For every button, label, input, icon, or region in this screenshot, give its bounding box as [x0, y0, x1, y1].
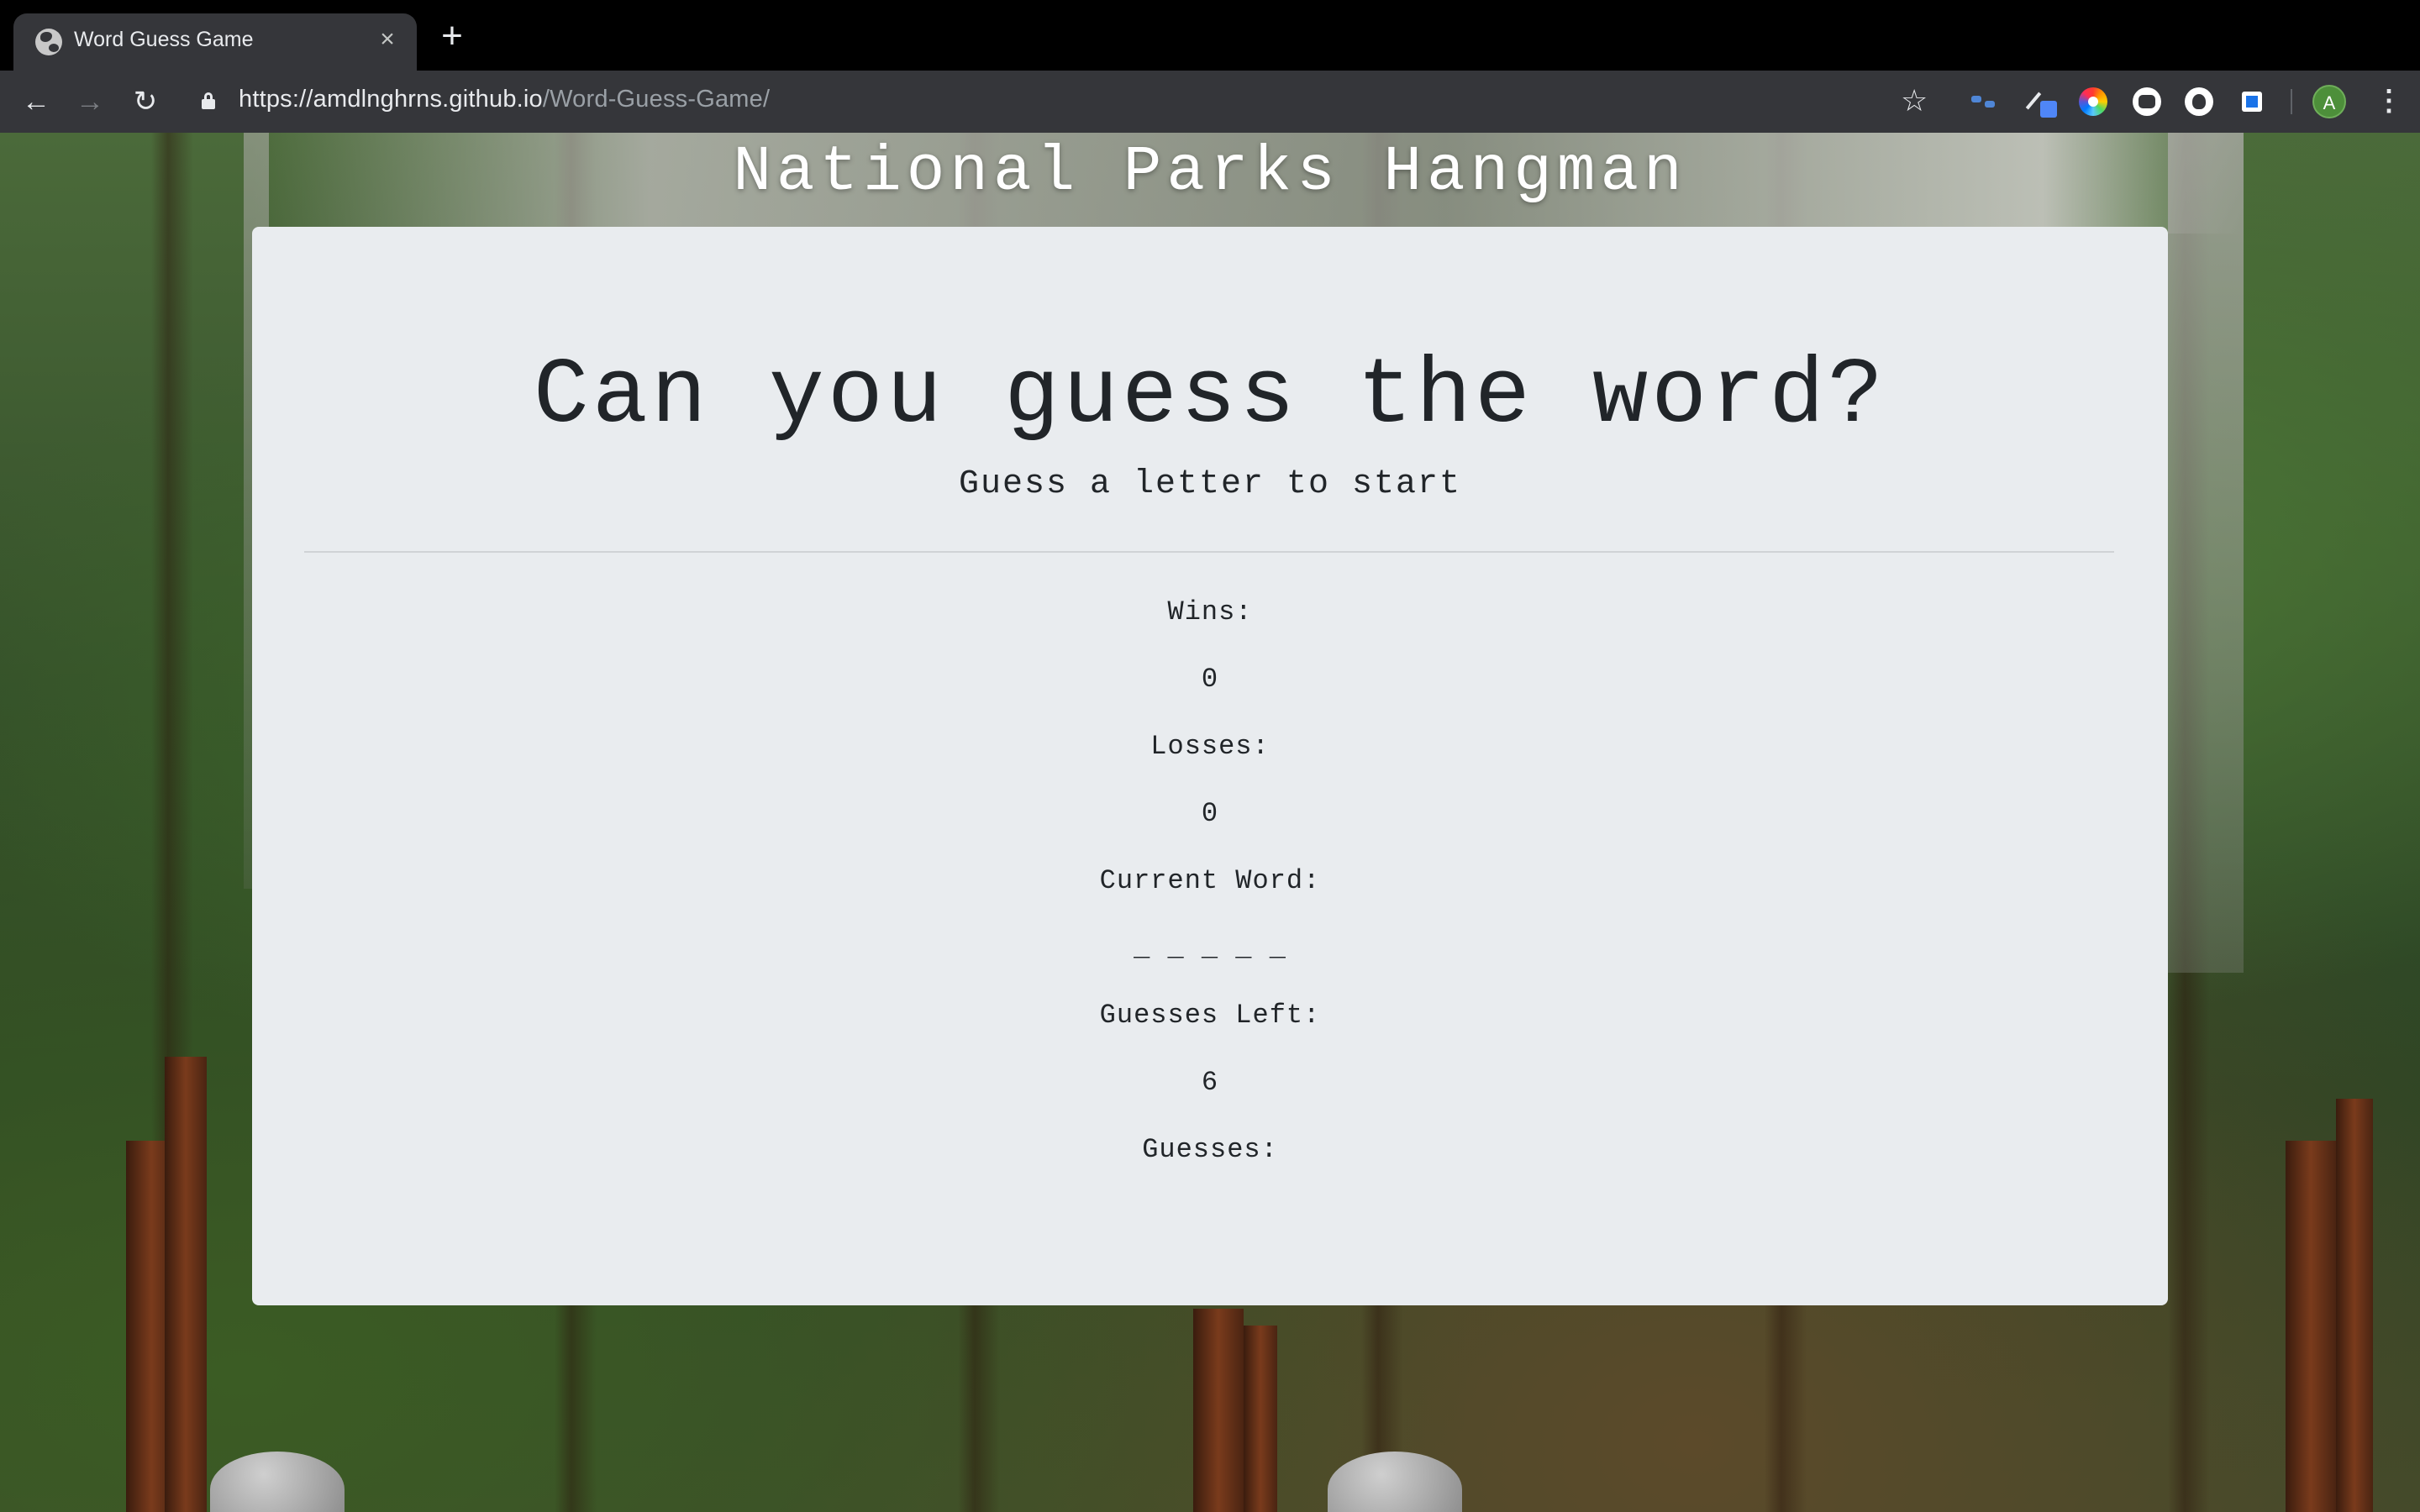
url-host: https://amdlnghrns.github.io: [239, 86, 543, 113]
lock-icon[interactable]: [202, 92, 215, 109]
background-tree-trunk: [1244, 1326, 1277, 1512]
browser-toolbar: ← → ↻ https://amdlnghrns.github.io/Word-…: [0, 71, 2420, 133]
background-tree-trunk: [2336, 1099, 2373, 1512]
guesses-left-label: Guesses Left:: [1099, 1000, 1321, 1031]
back-button[interactable]: ←: [17, 82, 55, 121]
extension-square-icon[interactable]: [2242, 92, 2262, 112]
losses-value: 0: [1201, 798, 1219, 829]
url-path: /Word-Guess-Game/: [542, 86, 771, 113]
tab-title: Word Guess Game: [74, 28, 254, 51]
globe-icon: [35, 29, 62, 55]
close-icon[interactable]: ×: [373, 25, 402, 54]
profile-avatar[interactable]: A: [2312, 85, 2346, 118]
background-tree-trunk: [1193, 1309, 1244, 1512]
bookmark-star-icon[interactable]: ☆: [1901, 84, 1928, 118]
game-heading: Can you guess the word?: [533, 344, 1887, 449]
current-word-value: _ _ _ _ _: [1134, 932, 1286, 963]
extension-pen-icon[interactable]: [2025, 87, 2057, 118]
current-word-label: Current Word:: [1099, 865, 1321, 896]
divider: [304, 551, 2114, 553]
page-viewport: National Parks Hangman Can you guess the…: [0, 133, 2420, 1512]
background-tree-trunk: [2286, 1141, 2336, 1512]
extension-braces-icon[interactable]: [2133, 87, 2161, 116]
toolbar-separator: [2291, 89, 2292, 114]
background-tree-trunk: [165, 1057, 207, 1512]
address-bar[interactable]: https://amdlnghrns.github.io/Word-Guess-…: [239, 86, 770, 113]
new-tab-button[interactable]: +: [435, 18, 469, 55]
wins-value: 0: [1201, 664, 1219, 695]
tab-strip: Word Guess Game × +: [0, 0, 2420, 71]
wins-label: Wins:: [1167, 596, 1253, 627]
game-card: Can you guess the word? Guess a letter t…: [252, 227, 2168, 1305]
guesses-label: Guesses:: [1142, 1134, 1278, 1165]
game-instructions: Guess a letter to start: [958, 465, 1462, 503]
extension-arrows-icon[interactable]: [1970, 87, 1998, 116]
more-menu-icon[interactable]: ⋮: [2375, 85, 2403, 118]
color-wheel-icon[interactable]: [2079, 87, 2107, 116]
guesses-left-value: 6: [1201, 1067, 1219, 1098]
background-rock: [210, 1452, 345, 1512]
forward-button[interactable]: →: [71, 82, 109, 121]
reload-button[interactable]: ↻: [126, 82, 165, 121]
background-rock: [1328, 1452, 1462, 1512]
browser-tab[interactable]: Word Guess Game ×: [13, 13, 417, 71]
github-icon[interactable]: [2185, 87, 2213, 116]
background-cliff: [2168, 133, 2244, 973]
site-title: National Parks Hangman: [733, 136, 1687, 208]
losses-label: Losses:: [1150, 731, 1270, 762]
